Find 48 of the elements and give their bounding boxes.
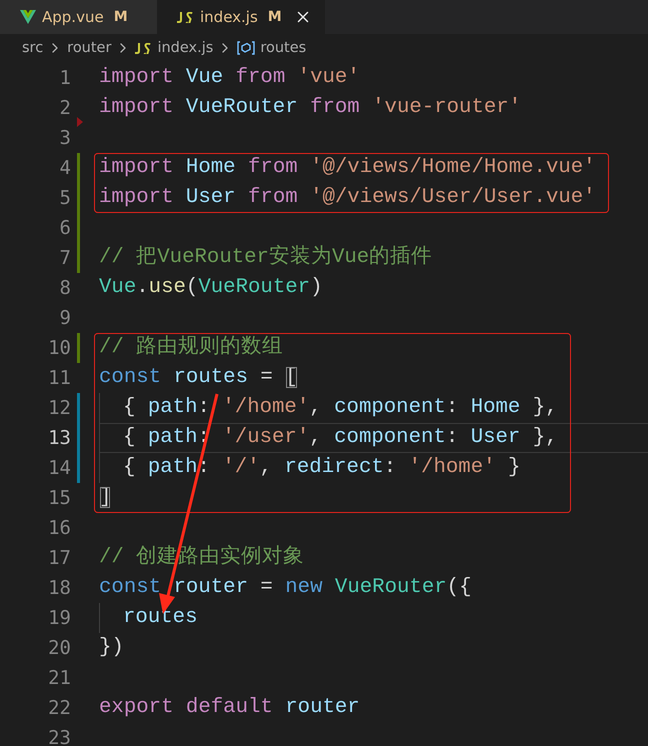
breadcrumb-item[interactable]: src (22, 40, 44, 56)
annotated-code-line: { path: '/', redirect: '/home' } (94, 453, 572, 483)
variable-icon (237, 41, 256, 55)
line-number: 10 (47, 337, 71, 359)
line-number: 12 (47, 397, 71, 419)
line-number: 16 (47, 517, 71, 539)
line-number: 11 (47, 367, 71, 389)
editor-tab[interactable]: index.js M (157, 0, 325, 34)
breadcrumb-item[interactable]: router (67, 40, 112, 56)
line-number: 8 (58, 277, 71, 299)
annotated-code-line: // 路由规则的数组 (94, 333, 572, 363)
line-number: 1 (58, 67, 71, 89)
line-number: 13 (47, 427, 71, 449)
line-number: 18 (47, 577, 71, 599)
line-number: 5 (58, 187, 71, 209)
line-number: 3 (58, 127, 71, 149)
code-line: Vue.use(VueRouter) (98, 275, 322, 301)
code-line: const router = new VueRouter({ (98, 575, 472, 601)
line-number: 22 (47, 697, 71, 719)
line-number: 19 (47, 607, 71, 629)
line-number: 23 (47, 727, 71, 746)
vue-icon (20, 10, 36, 24)
code-line: }) (98, 635, 124, 661)
breadcrumb-item[interactable]: routes (237, 40, 306, 56)
js-icon (177, 12, 194, 22)
editor-tab[interactable]: App.vue M (0, 0, 157, 34)
annotated-code-line: { path: '/home', component: Home }, (94, 393, 572, 423)
line-number: 9 (58, 307, 71, 329)
line-number: 6 (58, 217, 71, 239)
line-number: 2 (58, 97, 71, 119)
js-icon (135, 42, 152, 54)
code-line: // 把VueRouter安装为Vue的插件 (98, 244, 432, 271)
line-number: 4 (58, 157, 71, 179)
line-number: 14 (47, 457, 71, 479)
code-line: import Vue from 'vue' (98, 65, 360, 91)
code-line: import VueRouter from 'vue-router' (98, 95, 522, 121)
line-number: 21 (47, 667, 71, 689)
added-line-marker (77, 333, 80, 363)
annotated-code-line: import User from '@/views/User/User.vue' (94, 183, 609, 213)
code-line: routes (94, 603, 198, 633)
code-line: export default router (98, 695, 360, 721)
annotated-code-line: import Home from '@/views/Home/Home.vue' (94, 153, 609, 183)
line-number: 7 (58, 247, 71, 269)
line-number: 20 (47, 637, 71, 659)
breadcrumb-item[interactable]: index.js (135, 40, 214, 56)
deleted-line-marker (77, 117, 83, 127)
line-number: 17 (47, 547, 71, 569)
line-number: 15 (47, 487, 71, 509)
